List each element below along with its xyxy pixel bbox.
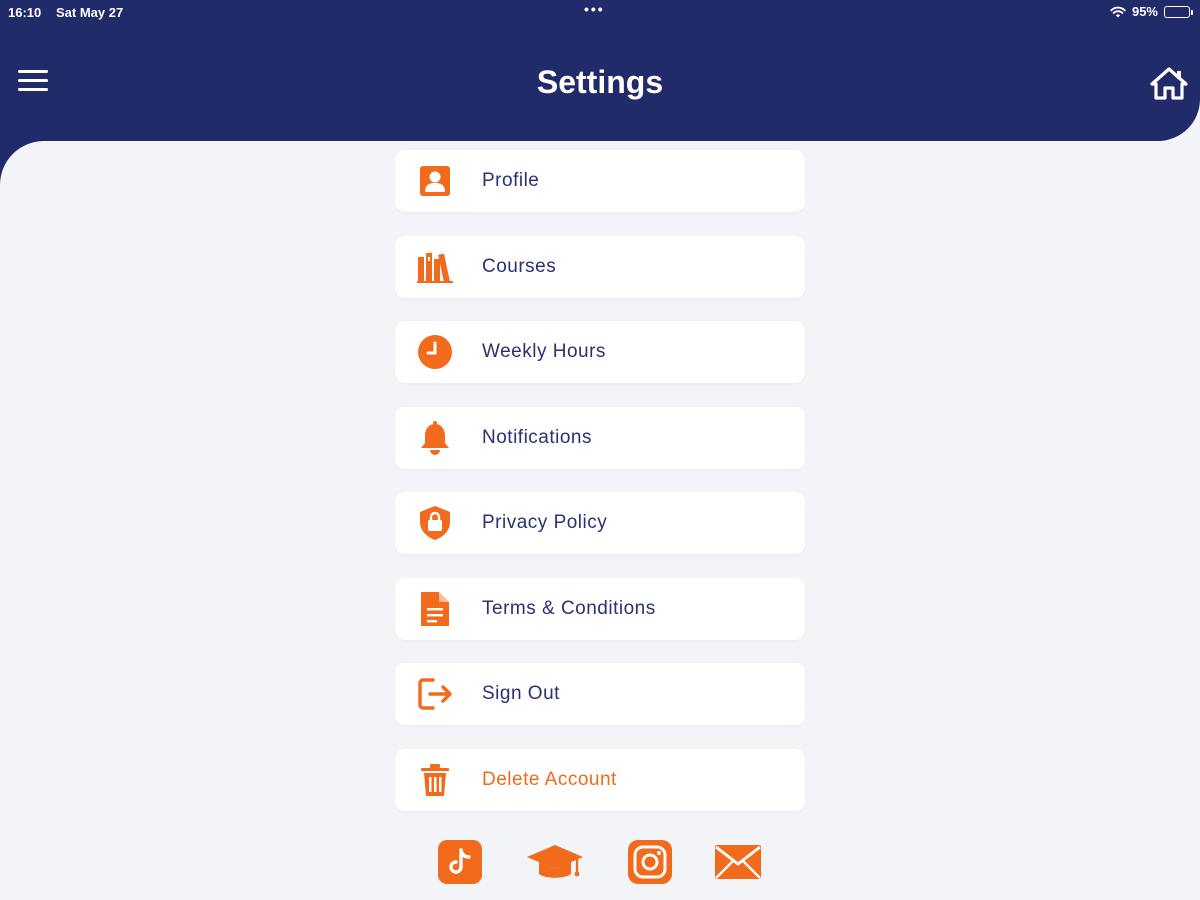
wifi-icon [1110,6,1126,17]
instagram-icon[interactable] [624,838,676,886]
settings-item-label: Notifications [482,426,592,448]
sign-out-icon [415,676,455,712]
trash-icon [415,762,455,798]
settings-item-label: Privacy Policy [482,512,608,533]
settings-item-label: Courses [482,255,557,277]
settings-item-label: Sign Out [482,683,560,704]
status-date: Sat May 27 [56,5,124,20]
profile-icon [415,163,455,199]
shield-lock-icon [415,505,455,541]
clock-icon [415,334,455,370]
home-icon[interactable] [1150,66,1188,100]
settings-item-terms-conditions[interactable]: Terms & Conditions [395,577,805,640]
status-right: 95% [1110,4,1193,19]
social-links [0,838,1200,890]
settings-item-delete-account[interactable]: Delete Account [395,748,805,811]
page-title: Settings [536,64,664,100]
status-time: 16:10 [8,5,42,20]
settings-item-label: Delete Account [482,768,617,790]
settings-item-profile[interactable]: Profile [395,150,805,212]
settings-item-privacy-policy[interactable]: Privacy Policy [395,492,805,554]
settings-item-label: Terms & Conditions [482,597,656,619]
books-icon [415,249,455,285]
multitask-dots-icon[interactable]: ••• [584,1,605,17]
bell-icon [415,420,455,456]
tiktok-icon[interactable] [434,838,486,886]
status-bar: 16:10 Sat May 27 ••• 95% [0,0,1200,24]
document-icon [415,591,455,627]
graduation-cap-icon[interactable] [525,838,585,886]
email-icon[interactable] [712,838,764,886]
settings-item-label: Weekly Hours [482,341,606,362]
battery-percent: 95% [1131,4,1158,19]
settings-item-sign-out[interactable]: Sign Out [395,663,805,725]
settings-item-weekly-hours[interactable]: Weekly Hours [395,321,805,383]
settings-list: Profile Courses Weekly Hours Notificatio… [395,150,805,834]
settings-item-label: Profile [482,170,540,191]
settings-item-courses[interactable]: Courses [395,235,805,298]
battery-icon [1164,5,1193,18]
settings-item-notifications[interactable]: Notifications [395,406,805,469]
